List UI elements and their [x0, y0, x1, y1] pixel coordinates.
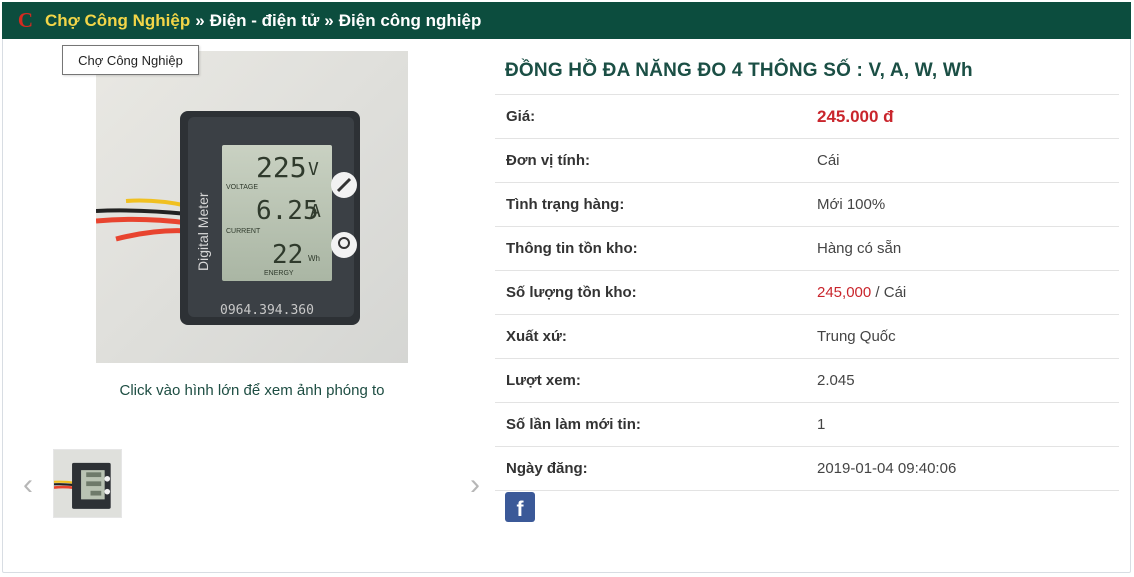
stock-qty-value: 245,000 / Cái	[817, 284, 906, 301]
zoom-hint: Click vào hình lớn để xem ảnh phóng to	[119, 382, 385, 399]
breadcrumb-home-link[interactable]: Chợ Công Nghiệp	[45, 11, 190, 31]
views-label: Lượt xem:	[506, 372, 581, 389]
breadcrumb-category-link[interactable]: Điện - điện tử	[210, 11, 320, 31]
voltage-label: VOLTAGE	[226, 184, 258, 191]
breadcrumb-separator: »	[324, 10, 334, 30]
stock-qty-unit: Cái	[883, 284, 907, 301]
product-title: ĐỒNG HỒ ĐA NĂNG ĐO 4 THÔNG SỐ : V, A, W,…	[505, 60, 973, 81]
energy-label: ENERGY	[264, 270, 294, 277]
posted-date-row: Ngày đăng: 2019-01-04 09:40:06	[495, 447, 1119, 491]
unit-label: Đơn vị tính:	[506, 152, 590, 169]
voltage-unit: V	[308, 159, 319, 180]
breadcrumb-bar: C Chợ Công Nghiệp » Điện - điện tử » Điệ…	[2, 2, 1131, 39]
condition-label: Tình trạng hàng:	[506, 196, 625, 213]
site-logo-icon[interactable]: C	[9, 8, 41, 33]
origin-row: Xuất xứ: Trung Quốc	[495, 315, 1119, 359]
breadcrumb-subcategory-link[interactable]: Điện công nghiệp	[339, 11, 482, 31]
refresh-count-label: Số lần làm mới tin:	[506, 416, 641, 433]
breadcrumb: Chợ Công Nghiệp » Điện - điện tử » Điện …	[45, 11, 481, 31]
stock-qty-row: Số lượng tồn kho: 245,000 / Cái	[495, 271, 1119, 315]
facebook-share-button[interactable]: f	[505, 492, 535, 522]
energy-unit: Wh	[308, 254, 320, 263]
facebook-icon: f	[516, 498, 524, 521]
stock-info-value: Hàng có sẵn	[817, 240, 902, 257]
condition-row: Tình trạng hàng: Mới 100%	[495, 183, 1119, 227]
voltage-readout: 225	[256, 151, 307, 184]
current-unit: A	[310, 201, 321, 222]
thumbnail-image[interactable]	[53, 449, 122, 518]
product-info-table: Giá: 245.000 đ Đơn vị tính: Cái Tình trạ…	[495, 94, 1119, 491]
refresh-count-value: 1	[817, 416, 826, 433]
chevron-right-icon[interactable]: ›	[466, 470, 484, 500]
condition-value: Mới 100%	[817, 196, 886, 213]
energy-readout: 22	[272, 240, 303, 270]
meter-photo: Digital Meter 225 V VOLTAGE 6.25 A CURRE…	[96, 51, 408, 363]
stock-info-label: Thông tin tồn kho:	[506, 240, 638, 257]
stock-qty-number: 245,000	[817, 284, 872, 301]
unit-row: Đơn vị tính: Cái	[495, 139, 1119, 183]
meter-brand-text: Digital Meter	[195, 192, 211, 271]
unit-value: Cái	[817, 152, 840, 169]
breadcrumb-separator: »	[195, 10, 205, 30]
chevron-left-icon[interactable]: ‹	[19, 470, 37, 500]
views-value: 2.045	[817, 372, 855, 389]
origin-value: Trung Quốc	[817, 328, 896, 345]
posted-date-label: Ngày đăng:	[506, 460, 588, 477]
posted-date-value: 2019-01-04 09:40:06	[817, 460, 957, 477]
stock-info-row: Thông tin tồn kho: Hàng có sẵn	[495, 227, 1119, 271]
current-label: CURRENT	[226, 228, 261, 235]
stock-qty-separator: /	[871, 284, 884, 301]
tooltip: Chợ Công Nghiệp	[62, 45, 199, 75]
refresh-count-row: Số lần làm mới tin: 1	[495, 403, 1119, 447]
price-value: 245.000 đ	[817, 106, 894, 126]
main-product-image[interactable]: Digital Meter 225 V VOLTAGE 6.25 A CURRE…	[96, 51, 408, 363]
price-row: Giá: 245.000 đ	[495, 95, 1119, 139]
origin-label: Xuất xứ:	[506, 328, 567, 345]
meter-phone-text: 0964.394.360	[220, 303, 314, 318]
price-label: Giá:	[506, 108, 536, 125]
views-row: Lượt xem: 2.045	[495, 359, 1119, 403]
stock-qty-label: Số lượng tồn kho:	[506, 284, 637, 301]
thumbnail-photo	[54, 450, 121, 517]
